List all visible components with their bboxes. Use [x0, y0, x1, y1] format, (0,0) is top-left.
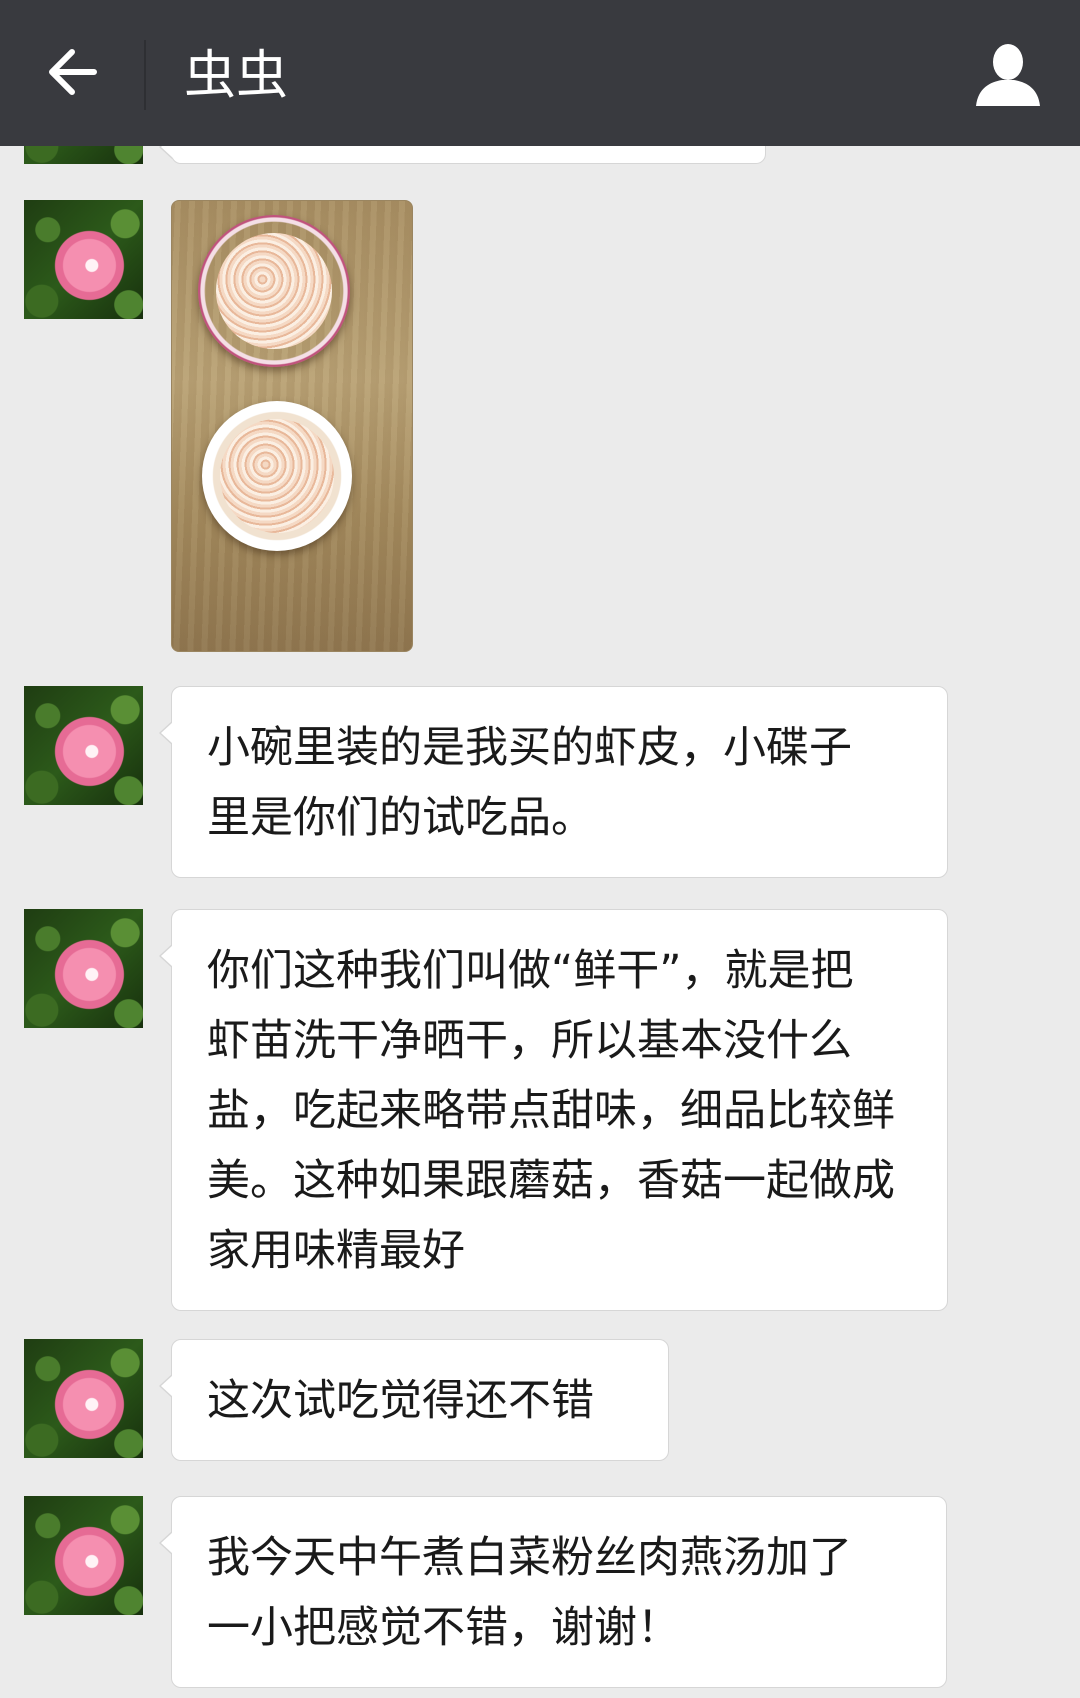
avatar[interactable] — [24, 909, 143, 1028]
message-text: 你们这种我们叫做“鲜干”，就是把 虾苗洗干净晒干，所以基本没什么 盐，吃起来略带… — [172, 910, 947, 1310]
chat-title: 虫虫 — [184, 46, 289, 106]
avatar[interactable] — [24, 200, 143, 319]
bowl-image — [202, 401, 352, 551]
message-line: 里是你们的试吃品。 — [207, 793, 594, 843]
message-text: 小碗里装的是我买的虾皮，小碟子 里是你们的试吃品。 — [172, 687, 947, 877]
message-line: 小碗里装的是我买的虾皮，小碟子 — [207, 723, 852, 773]
avatar[interactable] — [24, 1496, 143, 1615]
bowl-image — [198, 215, 350, 367]
message-bubble[interactable]: 小碗里装的是我买的虾皮，小碟子 里是你们的试吃品。 — [159, 686, 948, 878]
back-button[interactable] — [40, 40, 106, 106]
header-divider — [144, 40, 146, 110]
image-message[interactable] — [171, 200, 413, 652]
arrow-left-icon — [49, 49, 97, 95]
user-icon — [976, 44, 1040, 106]
profile-button[interactable] — [972, 40, 1044, 110]
message-line: 这次试吃觉得还不错 — [207, 1376, 594, 1426]
message-bubble[interactable]: 这次试吃觉得还不错 — [159, 1339, 669, 1461]
message-line: 盐，吃起来略带点甜味，细品比较鲜 — [207, 1086, 895, 1136]
message-bubble[interactable]: 你们这种我们叫做“鲜干”，就是把 虾苗洗干净晒干，所以基本没什么 盐，吃起来略带… — [159, 909, 948, 1311]
message-text: 这次试吃觉得还不错 — [172, 1340, 668, 1460]
chat-header: 虫虫 — [0, 0, 1080, 146]
avatar[interactable] — [24, 1339, 143, 1458]
avatar[interactable] — [24, 686, 143, 805]
message-text: 我今天中午煮白菜粉丝肉燕汤加了 一小把感觉不错，谢谢！ — [172, 1497, 946, 1687]
message-line: 家用味精最好 — [207, 1226, 465, 1276]
message-line: 你们这种我们叫做“鲜干”，就是把 — [207, 946, 854, 996]
message-bubble[interactable]: 我今天中午煮白菜粉丝肉燕汤加了 一小把感觉不错，谢谢！ — [159, 1496, 947, 1688]
message-line: 美。这种如果跟蘑菇，香菇一起做成 — [207, 1156, 895, 1206]
message-line: 虾苗洗干净晒干，所以基本没什么 — [207, 1016, 852, 1066]
message-line: 一小把感觉不错，谢谢！ — [207, 1603, 680, 1653]
message-line: 我今天中午煮白菜粉丝肉燕汤加了 — [207, 1533, 852, 1583]
